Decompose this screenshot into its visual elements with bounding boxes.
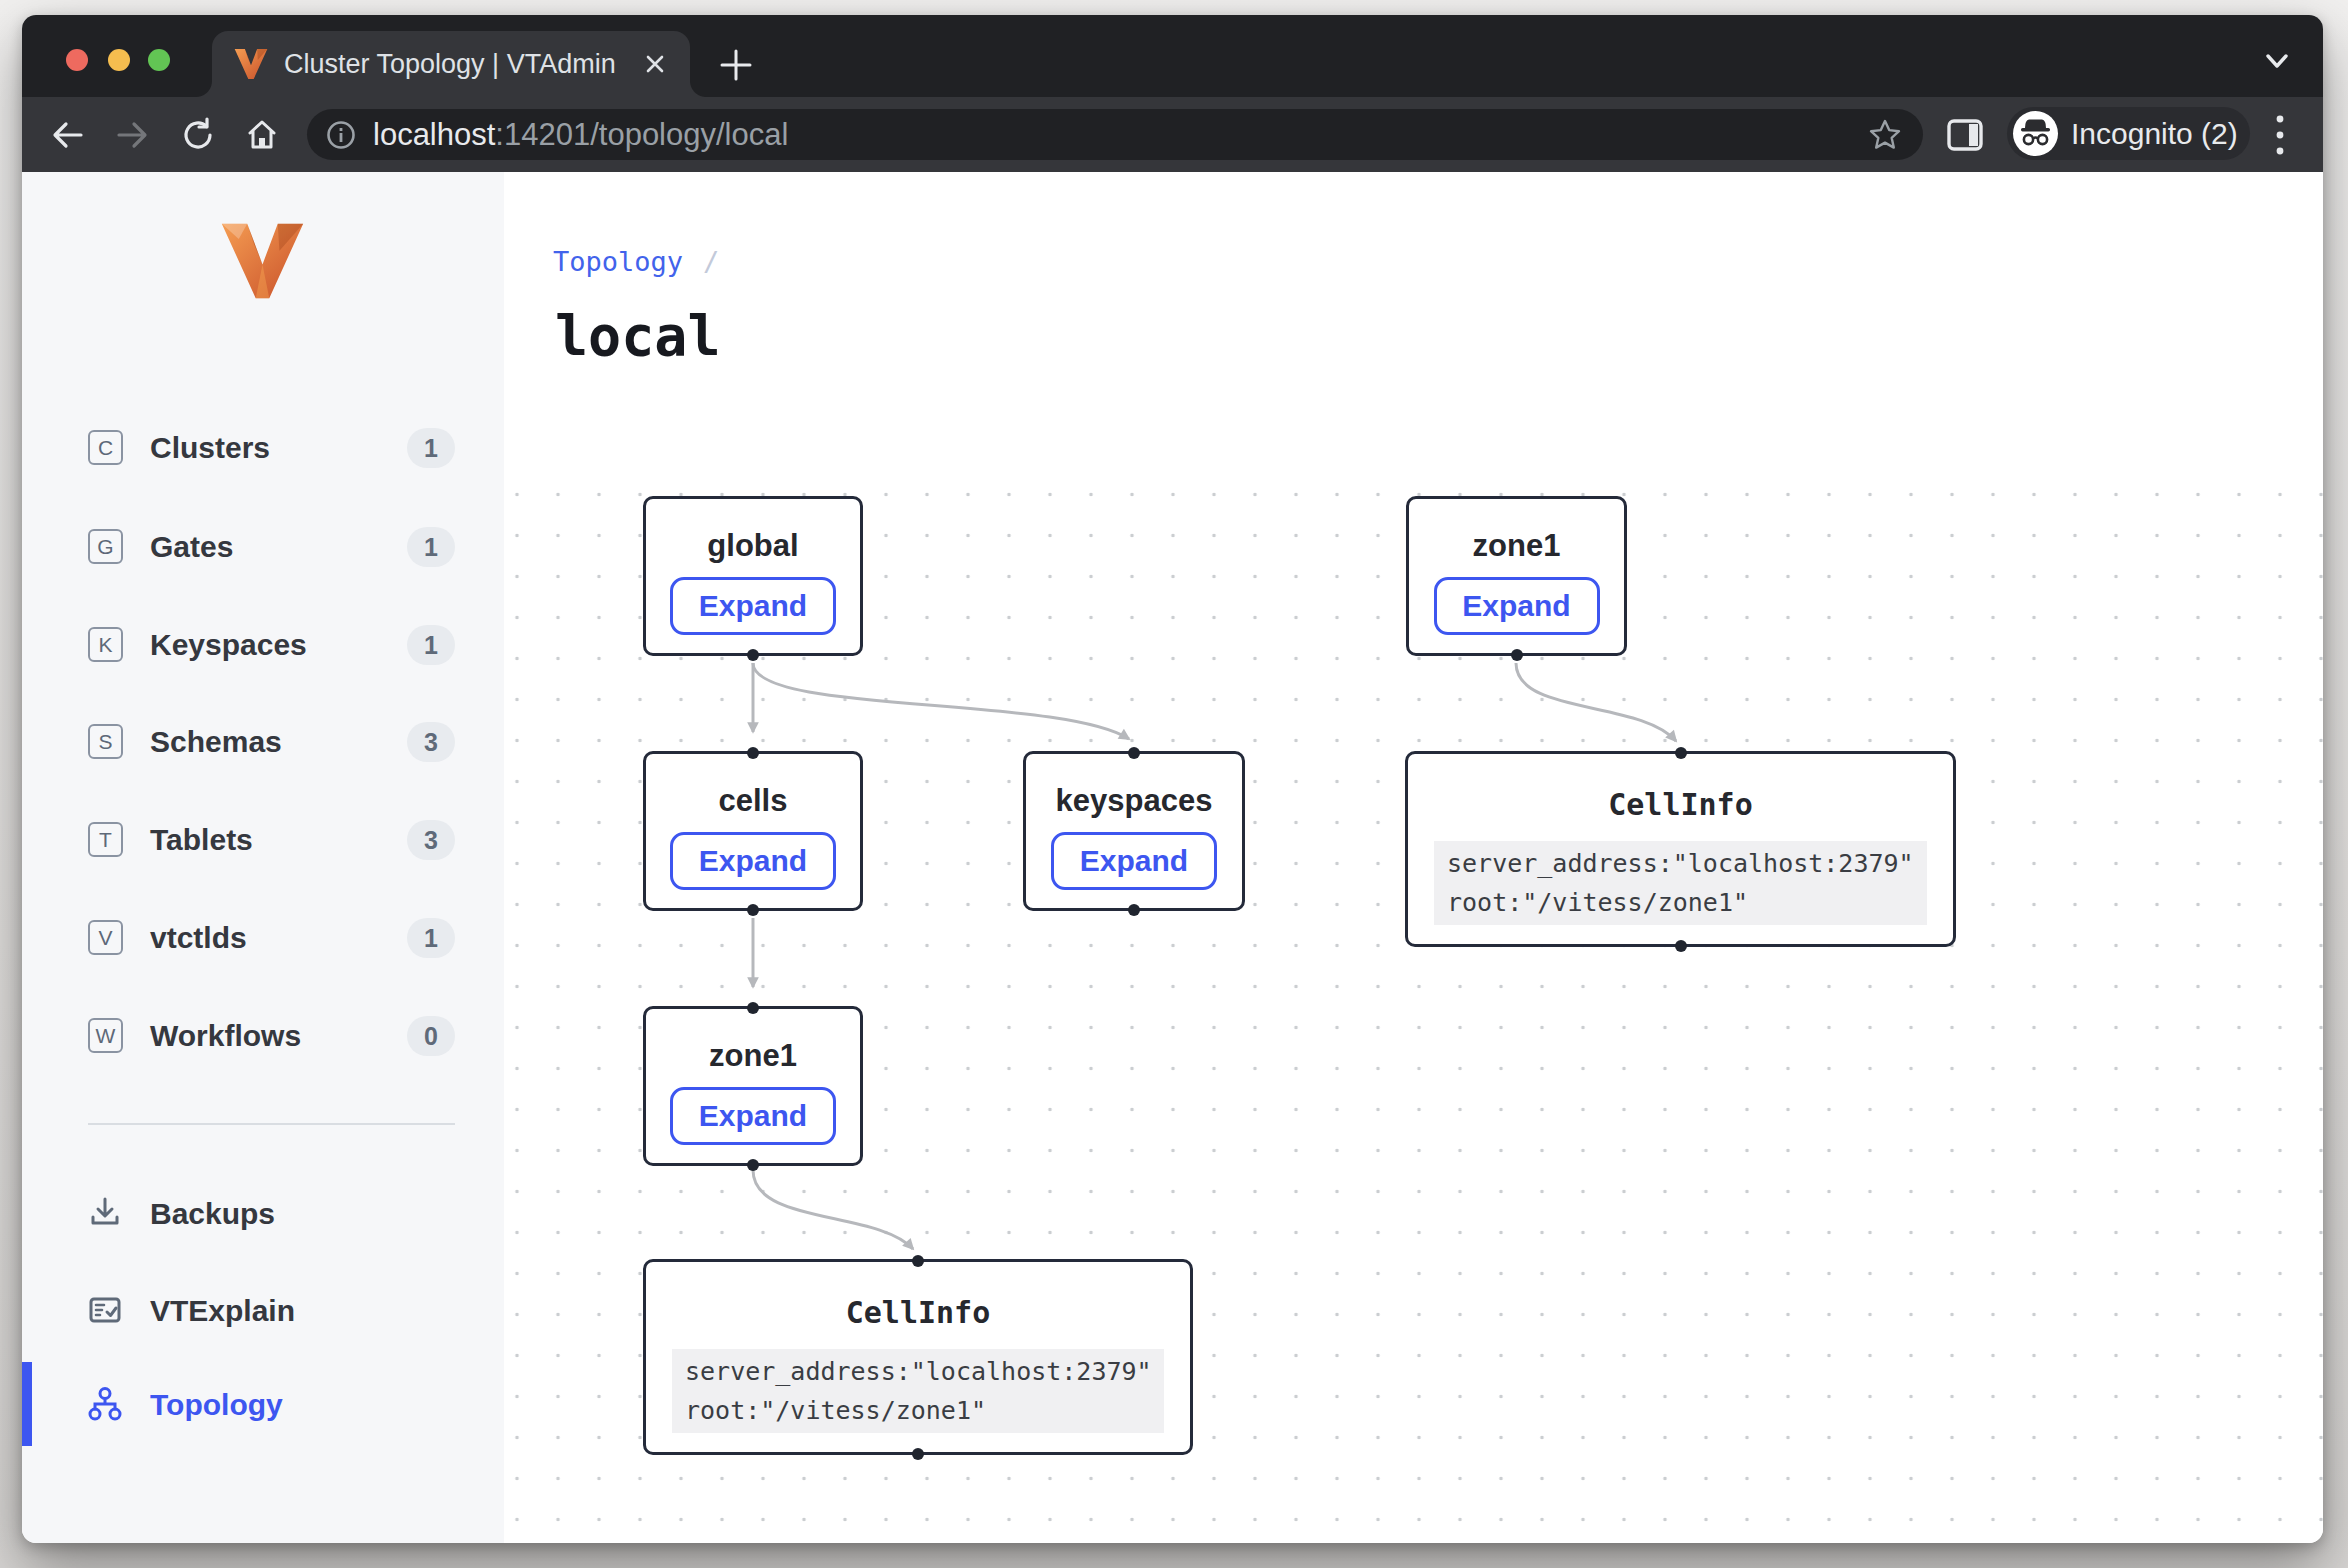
browser-tab[interactable]: Cluster Topology | VTAdmin (212, 31, 690, 97)
port (1128, 747, 1140, 759)
schemas-icon: S (88, 724, 123, 759)
gates-icon: G (88, 529, 123, 564)
port (1511, 649, 1523, 661)
sidebar-item-keyspaces[interactable]: K Keyspaces 1 (22, 610, 504, 680)
topology-node-cells: cells Expand (643, 751, 863, 911)
cellinfo-code: server_address:"localhost:2379" root:"/v… (1434, 841, 1927, 925)
sidebar-divider (88, 1123, 455, 1125)
port (747, 1159, 759, 1171)
address-bar[interactable]: localhost:14201/topology/local (307, 109, 1923, 160)
sidebar-item-tablets[interactable]: T Tablets 3 (22, 805, 504, 875)
browser-toolbar: localhost:14201/topology/local (22, 97, 2323, 172)
sidebar: C Clusters 1 G Gates 1 K Keyspaces 1 S S… (22, 172, 504, 1543)
download-icon (86, 1194, 124, 1236)
port (1675, 747, 1687, 759)
minimize-window-button[interactable] (108, 49, 130, 71)
vtctlds-icon: V (88, 920, 123, 955)
port (747, 1002, 759, 1014)
url-text: localhost:14201/topology/local (373, 109, 788, 160)
port (747, 649, 759, 661)
sidebar-item-clusters[interactable]: C Clusters 1 (22, 413, 504, 483)
sidebar-item-vtctlds[interactable]: V vtctlds 1 (22, 903, 504, 973)
count-badge: 0 (407, 1016, 455, 1056)
topology-node-cellinfo-zone1: CellInfo server_address:"localhost:2379"… (1405, 751, 1956, 947)
side-panel-icon[interactable] (1947, 119, 1983, 155)
close-window-button[interactable] (66, 49, 88, 71)
close-tab-icon[interactable] (640, 49, 670, 79)
topology-icon (86, 1385, 124, 1427)
expand-button-global[interactable]: Expand (670, 577, 836, 635)
port (912, 1448, 924, 1460)
expand-button-zone1[interactable]: Expand (1434, 577, 1600, 635)
topology-node-cellinfo-local: CellInfo server_address:"localhost:2379"… (643, 1259, 1193, 1455)
tablets-icon: T (88, 822, 123, 857)
incognito-icon (2013, 111, 2058, 156)
count-badge: 3 (407, 722, 455, 762)
incognito-label: Incognito (2) (2071, 107, 2238, 160)
count-badge: 3 (407, 820, 455, 860)
sidebar-item-workflows[interactable]: W Workflows 0 (22, 1001, 504, 1071)
port (1675, 940, 1687, 952)
tab-search-chevron-icon[interactable] (2262, 51, 2292, 77)
sidebar-item-backups[interactable]: Backups (22, 1179, 504, 1249)
new-tab-button[interactable] (714, 43, 758, 87)
expand-button-zone1-cell[interactable]: Expand (670, 1087, 836, 1145)
count-badge: 1 (407, 428, 455, 468)
workflows-icon: W (88, 1018, 123, 1053)
back-button[interactable] (48, 115, 88, 159)
cellinfo-code: server_address:"localhost:2379" root:"/v… (672, 1349, 1164, 1433)
count-badge: 1 (407, 625, 455, 665)
port (912, 1255, 924, 1267)
topology-node-keyspaces: keyspaces Expand (1023, 751, 1245, 911)
vitess-favicon-icon (234, 47, 268, 85)
sidebar-item-gates[interactable]: G Gates 1 (22, 512, 504, 582)
topology-node-global: global Expand (643, 496, 863, 656)
bookmark-star-icon[interactable] (1867, 117, 1903, 157)
port (747, 747, 759, 759)
sidebar-item-vtexplain[interactable]: VTExplain (22, 1276, 504, 1346)
browser-menu-button[interactable] (2274, 111, 2286, 163)
forward-button[interactable] (112, 115, 152, 159)
incognito-badge[interactable]: Incognito (2) (2007, 107, 2250, 160)
topology-node-zone1-cell: zone1 Expand (643, 1006, 863, 1166)
port (1128, 904, 1140, 916)
tab-title: Cluster Topology | VTAdmin (284, 31, 616, 97)
site-info-icon[interactable] (325, 119, 357, 155)
expand-button-keyspaces[interactable]: Expand (1051, 832, 1217, 890)
port (747, 904, 759, 916)
browser-window: Cluster Topology | VTAdmin (22, 15, 2323, 1543)
document-check-icon (86, 1291, 124, 1333)
keyspaces-icon: K (88, 627, 123, 662)
tab-strip: Cluster Topology | VTAdmin (22, 15, 2323, 97)
maximize-window-button[interactable] (148, 49, 170, 71)
vitess-logo (220, 222, 305, 304)
count-badge: 1 (407, 918, 455, 958)
sidebar-item-schemas[interactable]: S Schemas 3 (22, 707, 504, 777)
count-badge: 1 (407, 527, 455, 567)
clusters-icon: C (88, 430, 123, 465)
desktop: Cluster Topology | VTAdmin (0, 0, 2348, 1568)
topology-node-zone1: zone1 Expand (1406, 496, 1627, 656)
home-button[interactable] (242, 115, 282, 159)
expand-button-cells[interactable]: Expand (670, 832, 836, 890)
sidebar-item-topology[interactable]: Topology (22, 1370, 504, 1440)
active-nav-indicator (22, 1362, 32, 1446)
main-content: Topology/ local (504, 172, 2323, 1543)
reload-button[interactable] (178, 115, 218, 159)
